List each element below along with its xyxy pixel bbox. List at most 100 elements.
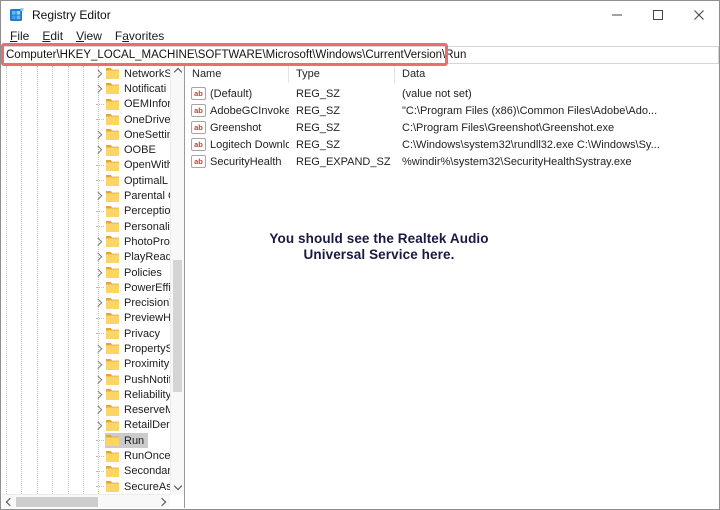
menu-item-edit[interactable]: Edit (42, 29, 63, 43)
menu-item-view[interactable]: View (76, 29, 102, 43)
tree-item-label: ReserveM (124, 404, 170, 416)
tree-item-retailder[interactable]: RetailDer (2, 418, 170, 433)
expand-chevron-icon[interactable] (94, 377, 105, 383)
tree-item-secureas[interactable]: SecureAs (2, 479, 170, 494)
tree-item-proximity[interactable]: Proximity (2, 357, 170, 372)
tree-item-pushnotif[interactable]: PushNotif (2, 372, 170, 387)
string-value-icon: ab (191, 104, 206, 117)
expand-chevron-icon[interactable] (94, 300, 105, 306)
folder-icon (106, 267, 119, 278)
expand-chevron-icon[interactable] (94, 254, 105, 260)
tree-item-onesettin[interactable]: OneSettin (2, 127, 170, 142)
registry-value-row--default-[interactable]: ab(Default)REG_SZ(value not set) (185, 85, 718, 102)
menu-item-favorites[interactable]: Favorites (115, 29, 164, 43)
column-header-type[interactable]: Type (289, 64, 395, 83)
tree-item-oeminfor[interactable]: OEMInfor (2, 97, 170, 112)
expand-chevron-icon[interactable] (94, 193, 105, 199)
folder-icon (106, 68, 119, 79)
folder-icon (106, 481, 119, 492)
tree-item-label: PrecisionT (124, 297, 170, 309)
folder-icon (106, 175, 119, 186)
scroll-left-icon[interactable] (2, 495, 16, 509)
tree-item-reservem[interactable]: ReserveM (2, 403, 170, 418)
folder-icon (106, 114, 119, 125)
tree-item-label: OEMInfor (124, 98, 170, 110)
tree-item-personaliz[interactable]: Personaliz (2, 219, 170, 234)
expand-chevron-icon[interactable] (94, 423, 105, 429)
tree-item-networks[interactable]: NetworkS (2, 66, 170, 81)
tree-item-optimall[interactable]: OptimalL (2, 173, 170, 188)
tree-item-policies[interactable]: Policies (2, 265, 170, 280)
title-bar: Registry Editor (1, 1, 719, 29)
folder-icon (106, 145, 119, 156)
column-header-data[interactable]: Data (395, 64, 718, 83)
tree-item-label: Parental C (124, 190, 170, 202)
tree-item-photopro[interactable]: PhotoPro (2, 234, 170, 249)
maximize-button[interactable] (637, 1, 678, 29)
horizontal-scroll-thumb[interactable] (16, 497, 98, 507)
expand-chevron-icon[interactable] (94, 86, 105, 92)
value-name-cell: abSecurityHealth (185, 155, 289, 168)
value-data-cell: "C:\Program Files (x86)\Common Files\Ado… (395, 105, 718, 117)
registry-value-row-logitech-downlo-[interactable]: abLogitech Downlo...REG_SZC:\Windows\sys… (185, 136, 718, 153)
registry-value-row-adobegcinvoker-[interactable]: abAdobeGCInvoker...REG_SZ"C:\Program Fil… (185, 102, 718, 119)
expand-chevron-icon[interactable] (94, 71, 105, 77)
folder-icon (106, 420, 119, 431)
tree-item-label: Personaliz (124, 221, 170, 233)
tree-item-openwith[interactable]: OpenWith (2, 158, 170, 173)
expand-chevron-icon[interactable] (94, 362, 105, 368)
tree-item-propertys[interactable]: PropertyS (2, 341, 170, 356)
tree-connector-line (96, 471, 104, 472)
tree-item-perceptio[interactable]: Perceptio (2, 204, 170, 219)
string-value-icon: ab (191, 87, 206, 100)
folder-icon (106, 206, 119, 217)
expand-chevron-icon[interactable] (94, 239, 105, 245)
tree-item-run[interactable]: Run (2, 433, 170, 448)
tree-item-oobe[interactable]: OOBE (2, 142, 170, 157)
scroll-up-icon[interactable] (171, 64, 184, 78)
tree-item-label: Privacy (124, 328, 160, 340)
vertical-scroll-thumb[interactable] (173, 260, 182, 392)
folder-icon (106, 252, 119, 263)
tree-item-onedrive[interactable]: OneDrive (2, 112, 170, 127)
tree-item-previewh[interactable]: PreviewH (2, 311, 170, 326)
tree-item-label: Policies (124, 267, 162, 279)
tree-item-parental-c[interactable]: Parental C (2, 188, 170, 203)
scroll-down-icon[interactable] (171, 480, 184, 494)
close-button[interactable] (678, 1, 719, 29)
expand-chevron-icon[interactable] (94, 407, 105, 413)
expand-chevron-icon[interactable] (94, 392, 105, 398)
tree-item-playread[interactable]: PlayRead (2, 250, 170, 265)
tree-item-powereffi[interactable]: PowerEffi (2, 280, 170, 295)
expand-chevron-icon[interactable] (94, 132, 105, 138)
expand-chevron-icon[interactable] (94, 147, 105, 153)
registry-tree-pane: NetworkS Notificati OEMInfor OneDriveOneSet… (2, 64, 184, 508)
expand-chevron-icon[interactable] (94, 270, 105, 276)
registry-value-row-greenshot[interactable]: abGreenshotREG_SZC:\Program Files\Greens… (185, 119, 718, 136)
tree-horizontal-scrollbar[interactable] (2, 494, 170, 508)
tree-item-runonce[interactable]: RunOnce (2, 448, 170, 463)
column-header-name[interactable]: Name (185, 64, 289, 83)
address-bar[interactable]: Computer\HKEY_LOCAL_MACHINE\SOFTWARE\Mic… (1, 46, 719, 64)
tree-item-secondar[interactable]: Secondar (2, 464, 170, 479)
value-name: SecurityHealth (210, 156, 282, 168)
tree-item-label: Perceptio (124, 205, 170, 217)
tree-item-notificati[interactable]: Notificati (2, 81, 170, 96)
tree-item-precisiont[interactable]: PrecisionT (2, 295, 170, 310)
window-title: Registry Editor (32, 8, 111, 22)
folder-icon (106, 343, 119, 354)
folder-icon (106, 191, 119, 202)
scroll-right-icon[interactable] (156, 495, 170, 509)
tree-item-reliability[interactable]: Reliability (2, 387, 170, 402)
tree-item-label: Notificati (124, 83, 166, 95)
minimize-button[interactable] (596, 1, 637, 29)
annotation-line-2: Universal Service here. (229, 247, 529, 263)
folder-icon (106, 160, 119, 171)
tree-item-privacy[interactable]: Privacy (2, 326, 170, 341)
expand-chevron-icon[interactable] (94, 346, 105, 352)
tree-connector-line (96, 318, 104, 319)
tree-vertical-scrollbar[interactable] (170, 64, 184, 494)
registry-value-row-securityhealth[interactable]: abSecurityHealthREG_EXPAND_SZ%windir%\sy… (185, 153, 718, 170)
tree-connector-line (96, 180, 104, 181)
menu-item-file[interactable]: File (10, 29, 29, 43)
